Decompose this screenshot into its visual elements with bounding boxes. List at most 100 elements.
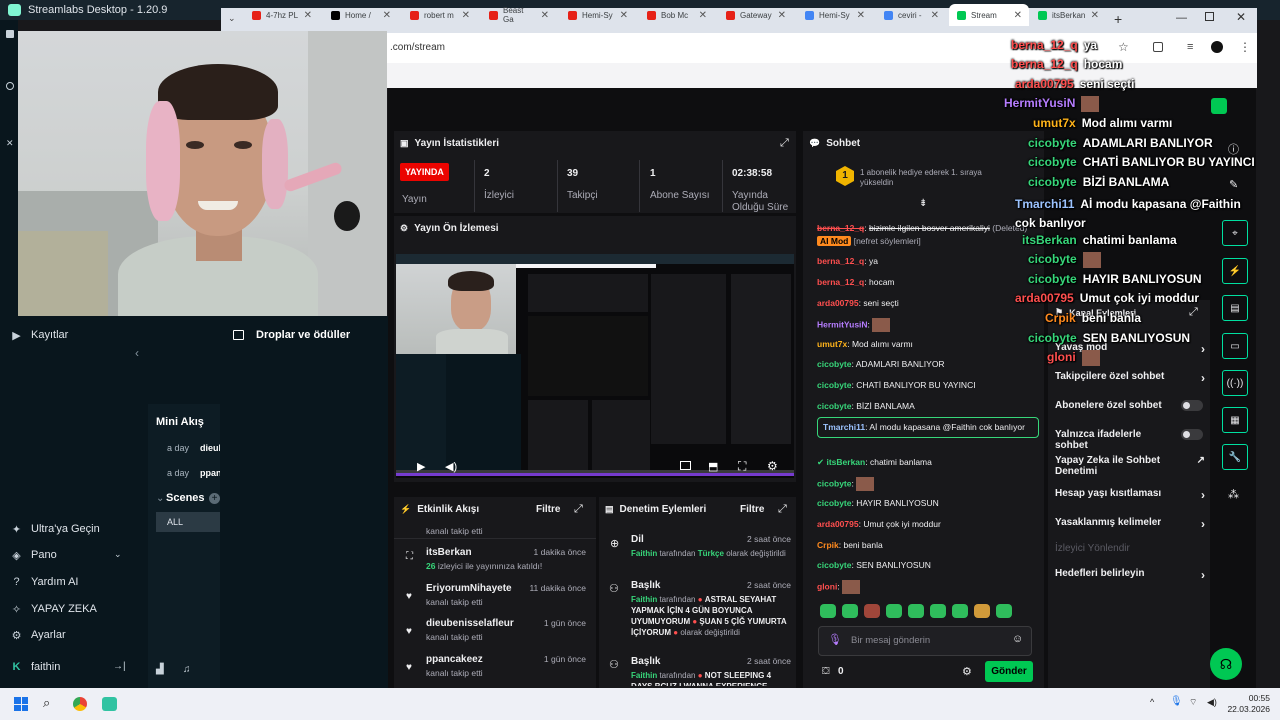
tab-close-icon[interactable]: ✕ bbox=[857, 10, 865, 21]
search-icon[interactable]: ⌕ bbox=[43, 695, 50, 711]
chat-username[interactable]: arda00795 bbox=[817, 519, 859, 529]
chat-username[interactable]: berna_12_q bbox=[817, 256, 864, 266]
rail-button-wrench-icon[interactable]: 🔧 bbox=[1222, 444, 1248, 470]
tray-chevron-icon[interactable]: ^ bbox=[1150, 697, 1154, 707]
activity-filter-button[interactable]: Filtre bbox=[536, 504, 560, 515]
emote-icon[interactable] bbox=[908, 604, 924, 618]
tab-close-icon[interactable]: ✕ bbox=[931, 10, 939, 21]
channel-points-icon[interactable]: ⛋ bbox=[822, 666, 830, 677]
taskbar-clock[interactable]: 00:55 22.03.2026 bbox=[1226, 693, 1270, 715]
chat-message[interactable]: cicobyte: HAYIR BANLIYOSUN bbox=[817, 497, 1039, 510]
minimize-button[interactable]: — bbox=[1176, 12, 1187, 24]
channel-action-row[interactable]: Yapay Zeka ile Sohbet Denetimi ↗ bbox=[1055, 455, 1205, 477]
popout-icon[interactable]: ⤢ bbox=[1189, 306, 1198, 319]
popout-icon[interactable]: ⤢ bbox=[574, 503, 583, 516]
tab-close-icon[interactable]: ✕ bbox=[1014, 10, 1022, 21]
channel-action-row[interactable]: Yalnızca ifadelerle sohbet bbox=[1055, 429, 1205, 451]
browser-tab[interactable]: itsBerkan ✕ bbox=[1030, 4, 1106, 26]
browser-tab[interactable]: Beast Ga ✕ bbox=[481, 4, 556, 26]
chat-message[interactable]: cicobyte: CHATİ BANLIYOR BU YAYINCI bbox=[817, 379, 1039, 392]
chat-message[interactable]: ✔ itsBerkan: chatimi banlama bbox=[817, 456, 1039, 469]
chat-username[interactable]: Crpik bbox=[817, 540, 839, 550]
rail-button-layout-icon[interactable]: ▦ bbox=[1222, 407, 1248, 433]
chevron-down-icon[interactable]: ⌄ bbox=[114, 549, 122, 560]
help-headset-button[interactable]: ☊ bbox=[1210, 648, 1242, 680]
browser-tab[interactable]: 4-7hz PL ✕ bbox=[244, 4, 319, 26]
editor-icon[interactable] bbox=[6, 30, 14, 38]
fullscreen-icon[interactable]: ⛶ bbox=[738, 459, 746, 474]
nav-user[interactable]: Kfaithin bbox=[10, 659, 61, 675]
toggle-switch[interactable] bbox=[1181, 400, 1203, 411]
chat-settings-icon[interactable]: ⚙ bbox=[962, 665, 972, 678]
chat-message[interactable]: arda00795: seni seçti bbox=[817, 297, 1039, 310]
chat-message[interactable]: Tmarchi11: Aİ modu kapasana @Faithin cok… bbox=[817, 417, 1039, 438]
popout-icon[interactable]: ⤢ bbox=[780, 137, 789, 150]
new-tab-button[interactable]: + bbox=[1114, 11, 1122, 27]
chat-username[interactable]: cicobyte bbox=[817, 359, 852, 369]
channel-action-row[interactable]: Hedefleri belirleyin › bbox=[1055, 568, 1205, 582]
windows-start-icon[interactable] bbox=[14, 697, 28, 711]
mic-tray-icon[interactable]: 🎙 bbox=[1170, 696, 1183, 707]
rail-button-chat-icon[interactable]: ▭ bbox=[1222, 333, 1248, 359]
rail-button-doc-icon[interactable]: ▤ bbox=[1222, 295, 1248, 321]
tab-close-icon[interactable]: ✕ bbox=[699, 10, 707, 21]
profile-avatar-icon[interactable] bbox=[1211, 41, 1223, 53]
close-window-button[interactable]: ✕ bbox=[1236, 10, 1246, 24]
extensions-icon[interactable] bbox=[1153, 42, 1163, 52]
chat-message[interactable]: berna_12_q: hocam bbox=[817, 276, 1039, 289]
chat-username[interactable]: arda00795 bbox=[817, 298, 859, 308]
browser-tab[interactable]: Stream ✕ bbox=[949, 4, 1029, 26]
emote-icon[interactable] bbox=[996, 604, 1012, 618]
tab-close-icon[interactable]: ✕ bbox=[541, 10, 549, 21]
toggle-switch[interactable] bbox=[1181, 429, 1203, 440]
browser-tab[interactable]: robert m ✕ bbox=[402, 4, 477, 26]
emote-icon[interactable] bbox=[864, 604, 880, 618]
browser-menu-icon[interactable]: ⋮ bbox=[1239, 40, 1251, 54]
bookmark-star-icon[interactable]: ☆ bbox=[1118, 40, 1129, 54]
chat-username[interactable]: cicobyte bbox=[817, 380, 852, 390]
chat-message[interactable]: berna_12_q: ya bbox=[817, 255, 1039, 268]
channel-action-row[interactable]: Takipçilere özel sohbet › bbox=[1055, 371, 1205, 385]
theme-icon[interactable] bbox=[6, 82, 14, 90]
emote-icon[interactable] bbox=[952, 604, 968, 618]
collapse-chevron-icon[interactable]: ‹ bbox=[135, 346, 139, 360]
browser-tab[interactable]: Bob Mc ✕ bbox=[639, 4, 714, 26]
settings-gear-icon[interactable]: ⚙ bbox=[767, 459, 778, 473]
chat-username[interactable]: cicobyte bbox=[817, 478, 852, 488]
browser-tab[interactable]: Hemi-Sy ✕ bbox=[797, 4, 872, 26]
logout-icon[interactable]: →| bbox=[113, 661, 126, 672]
chat-username[interactable]: cicobyte bbox=[817, 560, 852, 570]
twitch-studio-logo-icon[interactable] bbox=[1211, 98, 1227, 114]
tab-close-icon[interactable]: ✕ bbox=[383, 10, 391, 21]
dots-icon[interactable]: ⁂ bbox=[1228, 488, 1239, 501]
browser-tab[interactable]: Gateway ✕ bbox=[718, 4, 793, 26]
chat-message[interactable]: cicobyte: BİZİ BANLAMA bbox=[817, 400, 1039, 413]
nav-ultra[interactable]: ✦ Ultra'ya Geçin bbox=[10, 521, 100, 537]
scene-collection-all[interactable]: ALL bbox=[156, 512, 220, 532]
theatre-mode-icon[interactable] bbox=[680, 461, 691, 470]
tab-close-icon[interactable]: ✕ bbox=[304, 10, 312, 21]
nav-recordings[interactable]: ▶ Kayıtlar bbox=[10, 327, 68, 343]
play-icon[interactable]: ▶ bbox=[417, 460, 425, 473]
activity-item[interactable]: ♥ ppancakeez kanalı takip etti 1 gün önc… bbox=[402, 654, 592, 678]
scenes-chevron-icon[interactable]: ⌄ bbox=[156, 493, 164, 504]
emoji-icon[interactable]: ☺ bbox=[1012, 633, 1023, 645]
browser-tab[interactable]: Hemi-Sy ✕ bbox=[560, 4, 635, 26]
emote-icon[interactable] bbox=[974, 604, 990, 618]
send-button[interactable]: Gönder bbox=[985, 661, 1033, 682]
rail-button-broadcast-icon[interactable]: ((·)) bbox=[1222, 370, 1248, 396]
chat-message[interactable]: arda00795: Umut çok iyi moddur bbox=[817, 518, 1039, 531]
media-controls-icon[interactable]: ≡ bbox=[1187, 41, 1193, 53]
popout-icon[interactable]: ⤢ bbox=[778, 503, 787, 516]
chat-message[interactable]: HermitYusiN: bbox=[817, 318, 1039, 332]
channel-action-row[interactable]: Abonelere özel sohbet bbox=[1055, 400, 1205, 411]
tab-close-icon[interactable]: ✕ bbox=[778, 10, 786, 21]
add-scene-icon[interactable]: + bbox=[209, 493, 220, 504]
browser-tab[interactable]: ceviri - ✕ bbox=[876, 4, 946, 26]
pin-icon[interactable]: ⇟ bbox=[919, 198, 927, 209]
edit-icon[interactable]: ✎ bbox=[1229, 178, 1238, 191]
tab-search-icon[interactable]: ⌄ bbox=[228, 13, 236, 24]
nav-settings[interactable]: ⚙ Ayarlar bbox=[10, 627, 66, 643]
notification-icon[interactable]: ♫ bbox=[183, 664, 191, 675]
chat-username[interactable]: cicobyte bbox=[817, 498, 852, 508]
